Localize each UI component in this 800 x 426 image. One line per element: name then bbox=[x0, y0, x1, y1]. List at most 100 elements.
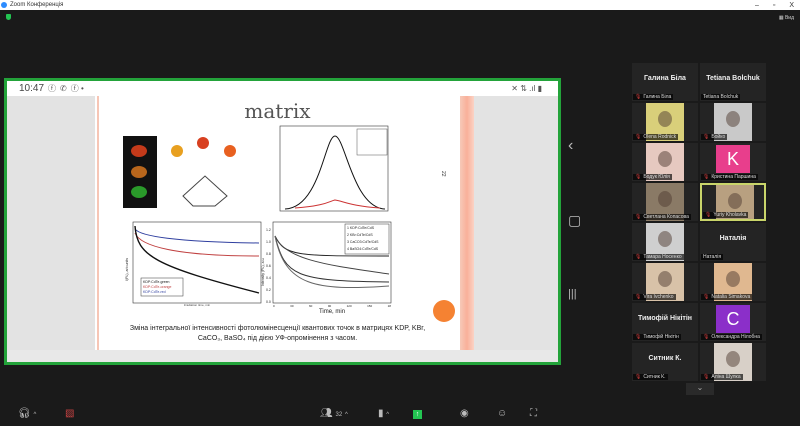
participant-name: Yuriy Kholavka bbox=[713, 212, 747, 218]
page-number: 22 bbox=[440, 171, 446, 177]
right-chart-xtick: 90 bbox=[327, 304, 332, 308]
left-chart-legend-green: KDP:CdTe-green bbox=[143, 280, 170, 284]
muted-mic-icon: 🎙︎ bbox=[703, 294, 710, 300]
headphones-icon: 🎧︎ bbox=[18, 408, 31, 419]
fullscreen-button[interactable]: ⛶ bbox=[530, 408, 537, 419]
chat-icon: ▮ bbox=[378, 408, 384, 419]
window-title: Zoom Конференція bbox=[10, 2, 64, 8]
pointer-dot bbox=[433, 300, 455, 322]
participant-name: Наталія bbox=[703, 254, 722, 260]
participant-tile[interactable]: 🎙︎ Бодук Юлія bbox=[632, 143, 698, 181]
home-button[interactable]: ▢ bbox=[568, 212, 581, 229]
record-button[interactable]: ◉ bbox=[460, 408, 469, 419]
viber-icon: ✆ bbox=[60, 84, 67, 93]
muted-mic-icon: 🎙︎ bbox=[635, 134, 642, 140]
share-screen-button[interactable]: ↑ bbox=[413, 410, 422, 419]
participant-name-label: 🎙︎ Yuriy Kholavka bbox=[703, 212, 749, 218]
participant-name-label: 🎙︎ Кристина Паршина bbox=[701, 174, 758, 180]
left-chart-ylabel: I(PL), arb.units bbox=[125, 258, 129, 281]
view-button[interactable]: ▦ Вид bbox=[779, 15, 794, 21]
participants-icon: 👥︎ bbox=[320, 408, 333, 419]
reactions-button[interactable]: ☺ bbox=[497, 408, 507, 419]
participant-name: Бойко bbox=[711, 134, 726, 140]
muted-mic-icon: 🎙︎ bbox=[703, 374, 710, 380]
participant-display-name: Тимофій Нікітін bbox=[637, 315, 693, 322]
slide-edge-band bbox=[460, 96, 474, 350]
participant-name: Галина Біла bbox=[643, 94, 672, 100]
left-chart-xlabel: Irradiation time, min bbox=[183, 303, 211, 307]
participant-name-label: Tetiana Bolchuk bbox=[701, 94, 741, 100]
muted-mic-icon: 🎙︎ bbox=[703, 174, 710, 180]
participant-tile[interactable]: 🎙︎ Аліна Шулка bbox=[700, 343, 766, 381]
participant-display-name: Галина Біла bbox=[644, 75, 686, 82]
participant-name: Кристина Паршина bbox=[711, 174, 756, 180]
phone-time: 10:47 bbox=[19, 83, 45, 94]
participant-name: Бодук Юлія bbox=[643, 174, 670, 180]
right-chart-xtick: 60 bbox=[308, 304, 313, 308]
muted-mic-icon: 🎙︎ bbox=[703, 134, 710, 140]
spectrum-plot bbox=[279, 125, 389, 212]
participant-name: Ситник К. bbox=[643, 374, 666, 380]
participant-name-label: 🎙︎ Olena Rodnick bbox=[633, 134, 679, 140]
participant-avatar: K bbox=[716, 145, 750, 173]
participant-tile[interactable]: Тимофій Нікітін 🎙︎ Тимофій Нікітін bbox=[632, 303, 698, 341]
view-label: Вид bbox=[784, 15, 794, 21]
participant-name-label: 🎙︎ Галина Біла bbox=[633, 94, 674, 100]
participants-count: 32 bbox=[335, 412, 343, 418]
participant-name-label: 🎙︎ Аліна Шулка bbox=[701, 374, 743, 380]
quantum-dot-diagram bbox=[171, 137, 236, 207]
participant-name-label: 🎙︎ Тамара Носенко bbox=[633, 254, 684, 260]
participants-button[interactable]: 👥︎ 32 ^ bbox=[320, 408, 348, 419]
video-off-icon: ▧ bbox=[65, 408, 75, 419]
participant-tile[interactable]: Ситник К. 🎙︎ Ситник К. bbox=[632, 343, 698, 381]
right-chart-ylabel: Intensity (PL), a.u. bbox=[261, 257, 265, 286]
right-chart-xticks: 0 30 60 90 120 150 18 bbox=[273, 304, 391, 308]
right-chart-ytick: 0.0 bbox=[266, 300, 271, 304]
audio-button[interactable]: 🎧︎ ^ bbox=[18, 408, 36, 419]
participant-name: Тамара Носенко bbox=[643, 254, 682, 260]
participant-name: Tetiana Bolchuk bbox=[703, 94, 739, 100]
muted-mic-icon: 🎙︎ bbox=[635, 374, 642, 380]
participant-tile[interactable]: Наталія Наталія bbox=[700, 223, 766, 261]
participant-tile[interactable]: Галина Біла 🎙︎ Галина Біла bbox=[632, 63, 698, 101]
encryption-shield-icon[interactable] bbox=[6, 14, 11, 20]
participant-name-label: 🎙︎ Светлана Копасова bbox=[633, 214, 691, 220]
muted-mic-icon: 🎙︎ bbox=[705, 212, 712, 218]
participant-tile[interactable]: 🎙︎ Olena Rodnick bbox=[632, 103, 698, 141]
facebook-icon: ⓕ • bbox=[70, 84, 84, 93]
maximize-button[interactable]: ▫ bbox=[773, 2, 775, 9]
facebook-icon: ⓕ bbox=[48, 84, 57, 93]
chat-button[interactable]: ▮ ^ bbox=[378, 408, 389, 419]
participant-name-label: 🎙︎ Бодук Юлія bbox=[633, 174, 672, 180]
back-button[interactable]: ‹ bbox=[568, 137, 573, 155]
muted-mic-icon: 🎙︎ bbox=[635, 334, 642, 340]
minimize-button[interactable]: – bbox=[755, 2, 759, 9]
participant-tile[interactable]: C 🎙︎ Олександра Нілобна bbox=[700, 303, 766, 341]
participant-tile[interactable]: 🎙︎ Тамара Носенко bbox=[632, 223, 698, 261]
muted-mic-icon: 🎙︎ bbox=[635, 94, 642, 100]
muted-mic-icon: 🎙︎ bbox=[635, 294, 642, 300]
gallery-more-button[interactable]: ⌄ bbox=[686, 383, 714, 395]
participant-tile[interactable]: 🎙︎ Yuriy Kholavka bbox=[700, 183, 766, 221]
right-chart-xlabel: Time, min bbox=[318, 309, 346, 315]
video-off-button[interactable]: ▧ bbox=[65, 408, 74, 419]
right-chart-legend-3: 3 CaCO3:CdTe/CdS bbox=[347, 240, 379, 244]
right-chart-xtick: 0 bbox=[273, 304, 275, 308]
left-chart-legend-red: KDP:CdTe-red bbox=[143, 290, 166, 294]
record-icon: ◉ bbox=[460, 408, 469, 419]
participant-tile[interactable]: 🎙︎ Бойко bbox=[700, 103, 766, 141]
participant-tile[interactable]: 🎙︎ Natalia Simakova bbox=[700, 263, 766, 301]
participant-name: Vira Ivchenko bbox=[643, 294, 674, 300]
participant-avatar: C bbox=[716, 305, 750, 333]
participant-tile[interactable]: 🎙︎ Vira Ivchenko bbox=[632, 263, 698, 301]
right-chart-xtick: 120 bbox=[346, 304, 352, 308]
fullscreen-icon: ⛶ bbox=[530, 408, 537, 419]
participant-tile[interactable]: K 🎙︎ Кристина Паршина bbox=[700, 143, 766, 181]
slide-caption: Зміна інтегральної інтенсивності фотолюм… bbox=[115, 324, 440, 344]
recents-button[interactable]: ||| bbox=[568, 288, 577, 300]
close-button[interactable]: X bbox=[789, 2, 794, 9]
participant-tile[interactable]: 🎙︎ Светлана Копасова bbox=[632, 183, 698, 221]
caption-line-1: Зміна інтегральної інтенсивності фотолюм… bbox=[129, 325, 426, 332]
reaction-icon: ☺ bbox=[497, 408, 508, 419]
participant-tile[interactable]: Tetiana Bolchuk Tetiana Bolchuk bbox=[700, 63, 766, 101]
